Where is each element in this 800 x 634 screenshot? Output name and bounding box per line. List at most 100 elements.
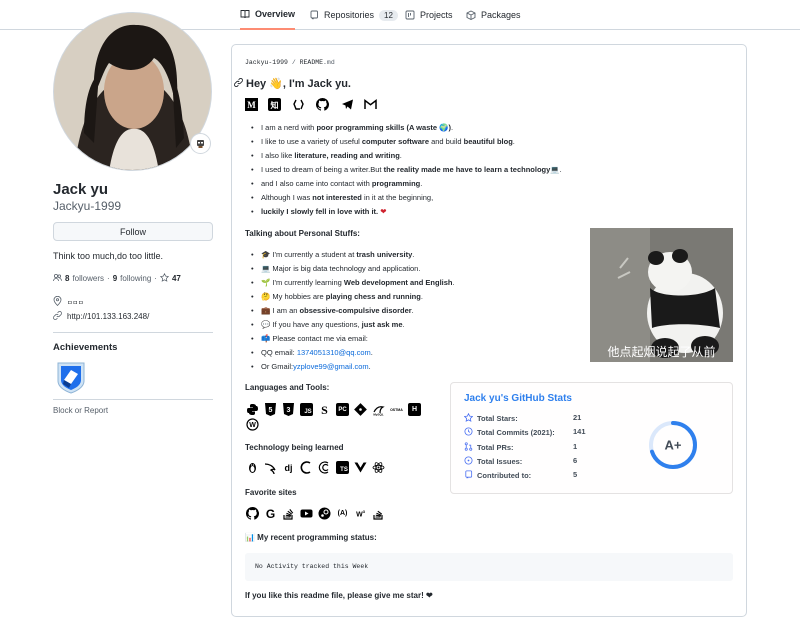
sass-icon[interactable]: S xyxy=(318,403,331,416)
pycharm-icon[interactable]: PC xyxy=(336,403,349,416)
zhihu-icon[interactable]: 知 xyxy=(268,98,281,111)
learning-title: Technology being learned xyxy=(245,443,344,452)
star-icon xyxy=(159,272,170,284)
list-item: 💻 Major is big data technology and appli… xyxy=(249,262,455,276)
stats-label: Total PRs: xyxy=(477,443,514,452)
html5-icon[interactable]: 5 xyxy=(264,403,277,416)
followers-label[interactable]: followers xyxy=(72,274,104,283)
python-icon[interactable] xyxy=(246,403,259,416)
tab-projects[interactable]: Projects xyxy=(405,0,453,30)
link-icon xyxy=(53,311,62,322)
stackexchange-icon[interactable] xyxy=(372,507,385,520)
followers-count[interactable]: 8 xyxy=(65,274,69,283)
stackoverflow-icon[interactable] xyxy=(282,507,295,520)
list-item: Although I was not interested in it at t… xyxy=(249,191,562,205)
tab-overview[interactable]: Overview xyxy=(240,0,296,30)
list-item: 🌱 I'm currently learning Web development… xyxy=(249,276,455,290)
linux-icon[interactable] xyxy=(246,461,259,474)
personal-title: Talking about Personal Stuffs: xyxy=(245,229,360,238)
medium-icon[interactable]: M xyxy=(245,98,258,111)
list-item: 💬 If you have any questions, just ask me… xyxy=(249,318,455,332)
tools-icons-row2: W xyxy=(246,418,259,431)
svg-text:5: 5 xyxy=(269,407,273,414)
achievement-badge-icon[interactable] xyxy=(55,360,87,394)
list-item: Or Gmail:yzplove99@gmail.com. xyxy=(249,360,455,374)
pr-icon xyxy=(464,442,473,453)
postman-icon[interactable]: POSTMAN xyxy=(390,403,403,416)
stats-value: 1 xyxy=(573,442,578,451)
panda-caption: 他点起烟说起了从前 xyxy=(607,345,716,359)
steam-icon[interactable] xyxy=(318,507,331,520)
activity-block: No Activity tracked this Week xyxy=(245,553,733,581)
panda-meme-image: 他点起烟说起了从前 xyxy=(590,228,733,362)
rank-circle: A+ xyxy=(648,420,698,470)
youtube-icon[interactable] xyxy=(300,507,313,520)
vue-icon[interactable] xyxy=(354,461,367,474)
list-item: luckily I slowly fell in love with it. ❤ xyxy=(249,205,562,219)
github-icon[interactable] xyxy=(246,507,259,520)
avatar[interactable] xyxy=(53,12,212,171)
readme-greeting: Hey 👋, I'm Jack yu. xyxy=(234,77,351,90)
stars-count[interactable]: 47 xyxy=(172,274,181,283)
sites-title: Favorite sites xyxy=(245,488,297,497)
w3schools-icon[interactable]: W3 xyxy=(354,507,367,520)
website-line: http://101.133.163.248/ xyxy=(53,311,149,322)
gmail-icon[interactable] xyxy=(364,98,377,111)
status-emoji-icon[interactable] xyxy=(190,133,211,154)
list-item: I also like literature, reading and writ… xyxy=(249,149,562,163)
qq-email-link[interactable]: 1374051310@qq.com xyxy=(297,348,371,357)
django-icon[interactable]: dj xyxy=(282,461,295,474)
git-icon[interactable] xyxy=(354,403,367,416)
separator-dot: · xyxy=(154,274,157,283)
stats-label: Total Issues: xyxy=(477,457,523,466)
greeting-text: Hey 👋, I'm Jack yu. xyxy=(246,78,351,90)
repo-count-badge: 12 xyxy=(379,9,398,21)
typescript-icon[interactable]: TS xyxy=(336,461,349,474)
rank-grade: A+ xyxy=(665,438,682,453)
react-icon[interactable] xyxy=(372,461,385,474)
stats-row-prs: Total PRs: xyxy=(464,442,514,453)
gmail-link[interactable]: yzplove99@gmail.com xyxy=(293,362,369,371)
block-or-report-link[interactable]: Block or Report xyxy=(53,406,108,415)
svg-text:MySQL: MySQL xyxy=(373,413,384,417)
kali-icon[interactable] xyxy=(264,461,277,474)
following-count[interactable]: 9 xyxy=(113,274,117,283)
codewars-icon[interactable] xyxy=(292,98,305,111)
telegram-icon[interactable] xyxy=(341,98,354,111)
list-item: and I also came into contact with progra… xyxy=(249,177,562,191)
google-icon[interactable]: G xyxy=(264,507,277,521)
jest-icon[interactable] xyxy=(318,461,331,474)
tools-title: Languages and Tools: xyxy=(245,383,330,392)
closing-line: If you like this readme file, please giv… xyxy=(245,591,433,600)
svg-text:W: W xyxy=(249,422,256,429)
mysql-icon[interactable]: MySQL xyxy=(372,403,385,416)
website-link[interactable]: http://101.133.163.248/ xyxy=(67,312,149,321)
history-icon xyxy=(464,427,473,438)
follow-button[interactable]: Follow xyxy=(53,222,213,241)
anchor-link-icon[interactable] xyxy=(234,77,243,90)
achievements-title: Achievements xyxy=(53,342,118,353)
profile-bio: Think too much,do too little. xyxy=(53,251,164,261)
sidebar-divider xyxy=(53,332,213,333)
path-separator: / xyxy=(287,59,300,66)
svg-text:M: M xyxy=(247,100,256,110)
javascript-icon[interactable]: JS xyxy=(300,403,313,416)
tab-label: Overview xyxy=(255,9,296,19)
github-icon[interactable] xyxy=(316,98,329,111)
follow-stats: 8 followers · 9 following · 47 xyxy=(53,272,181,284)
project-icon xyxy=(405,10,415,20)
package-icon xyxy=(466,10,476,20)
stats-card-title: Jack yu's GitHub Stats xyxy=(464,393,572,404)
intro-list: I am a nerd with poor programming skills… xyxy=(249,121,562,219)
separator-dot: · xyxy=(107,274,110,283)
tab-packages[interactable]: Packages xyxy=(466,0,521,30)
readme-owner[interactable]: Jackyu-1999 xyxy=(245,59,288,66)
clojure-icon[interactable] xyxy=(300,461,313,474)
angular-icon[interactable]: (A) xyxy=(336,507,349,520)
css3-icon[interactable]: 3 xyxy=(282,403,295,416)
wordpress-icon[interactable]: W xyxy=(246,418,259,431)
list-item: 📫 Please contact me via email: xyxy=(249,332,455,346)
heroku-icon[interactable]: H xyxy=(408,403,421,416)
following-label[interactable]: following xyxy=(120,274,151,283)
tab-repositories[interactable]: Repositories 12 xyxy=(309,0,398,30)
